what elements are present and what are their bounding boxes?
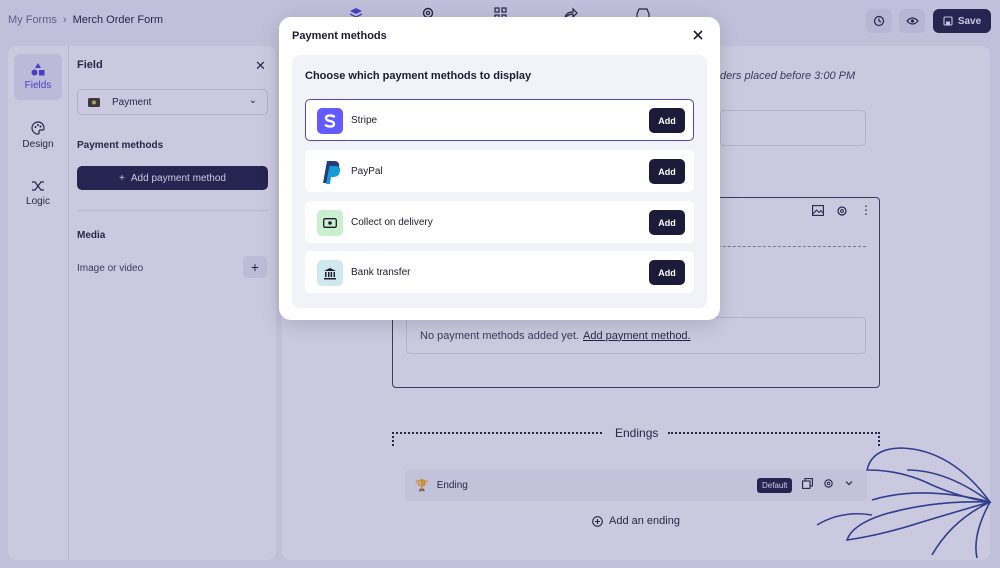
modal-title: Payment methods bbox=[292, 30, 387, 42]
payment-methods-panel: Choose which payment methods to display … bbox=[292, 55, 707, 308]
payment-method-stripe[interactable]: Stripe Add bbox=[305, 99, 694, 141]
payment-method-collect-on-delivery[interactable]: Collect on delivery Add bbox=[305, 201, 694, 243]
close-button[interactable] bbox=[689, 26, 707, 44]
add-stripe-button[interactable]: Add bbox=[649, 108, 685, 133]
payment-method-name: Stripe bbox=[351, 115, 378, 126]
payment-method-name: Collect on delivery bbox=[351, 217, 433, 228]
panel-heading: Choose which payment methods to display bbox=[305, 70, 532, 82]
payment-method-name: PayPal bbox=[351, 166, 383, 177]
payment-method-name: Bank transfer bbox=[351, 267, 411, 278]
stripe-logo bbox=[317, 108, 343, 134]
payment-method-paypal[interactable]: PayPal Add bbox=[305, 150, 694, 192]
cash-icon bbox=[317, 210, 343, 236]
payment-method-bank-transfer[interactable]: Bank transfer Add bbox=[305, 251, 694, 293]
add-collect-on-delivery-button[interactable]: Add bbox=[649, 210, 685, 235]
paypal-logo bbox=[317, 159, 343, 185]
payment-methods-modal: Payment methods Choose which payment met… bbox=[279, 17, 720, 320]
close-icon bbox=[693, 30, 703, 40]
bank-icon bbox=[317, 260, 343, 286]
add-paypal-button[interactable]: Add bbox=[649, 159, 685, 184]
add-bank-transfer-button[interactable]: Add bbox=[649, 260, 685, 285]
